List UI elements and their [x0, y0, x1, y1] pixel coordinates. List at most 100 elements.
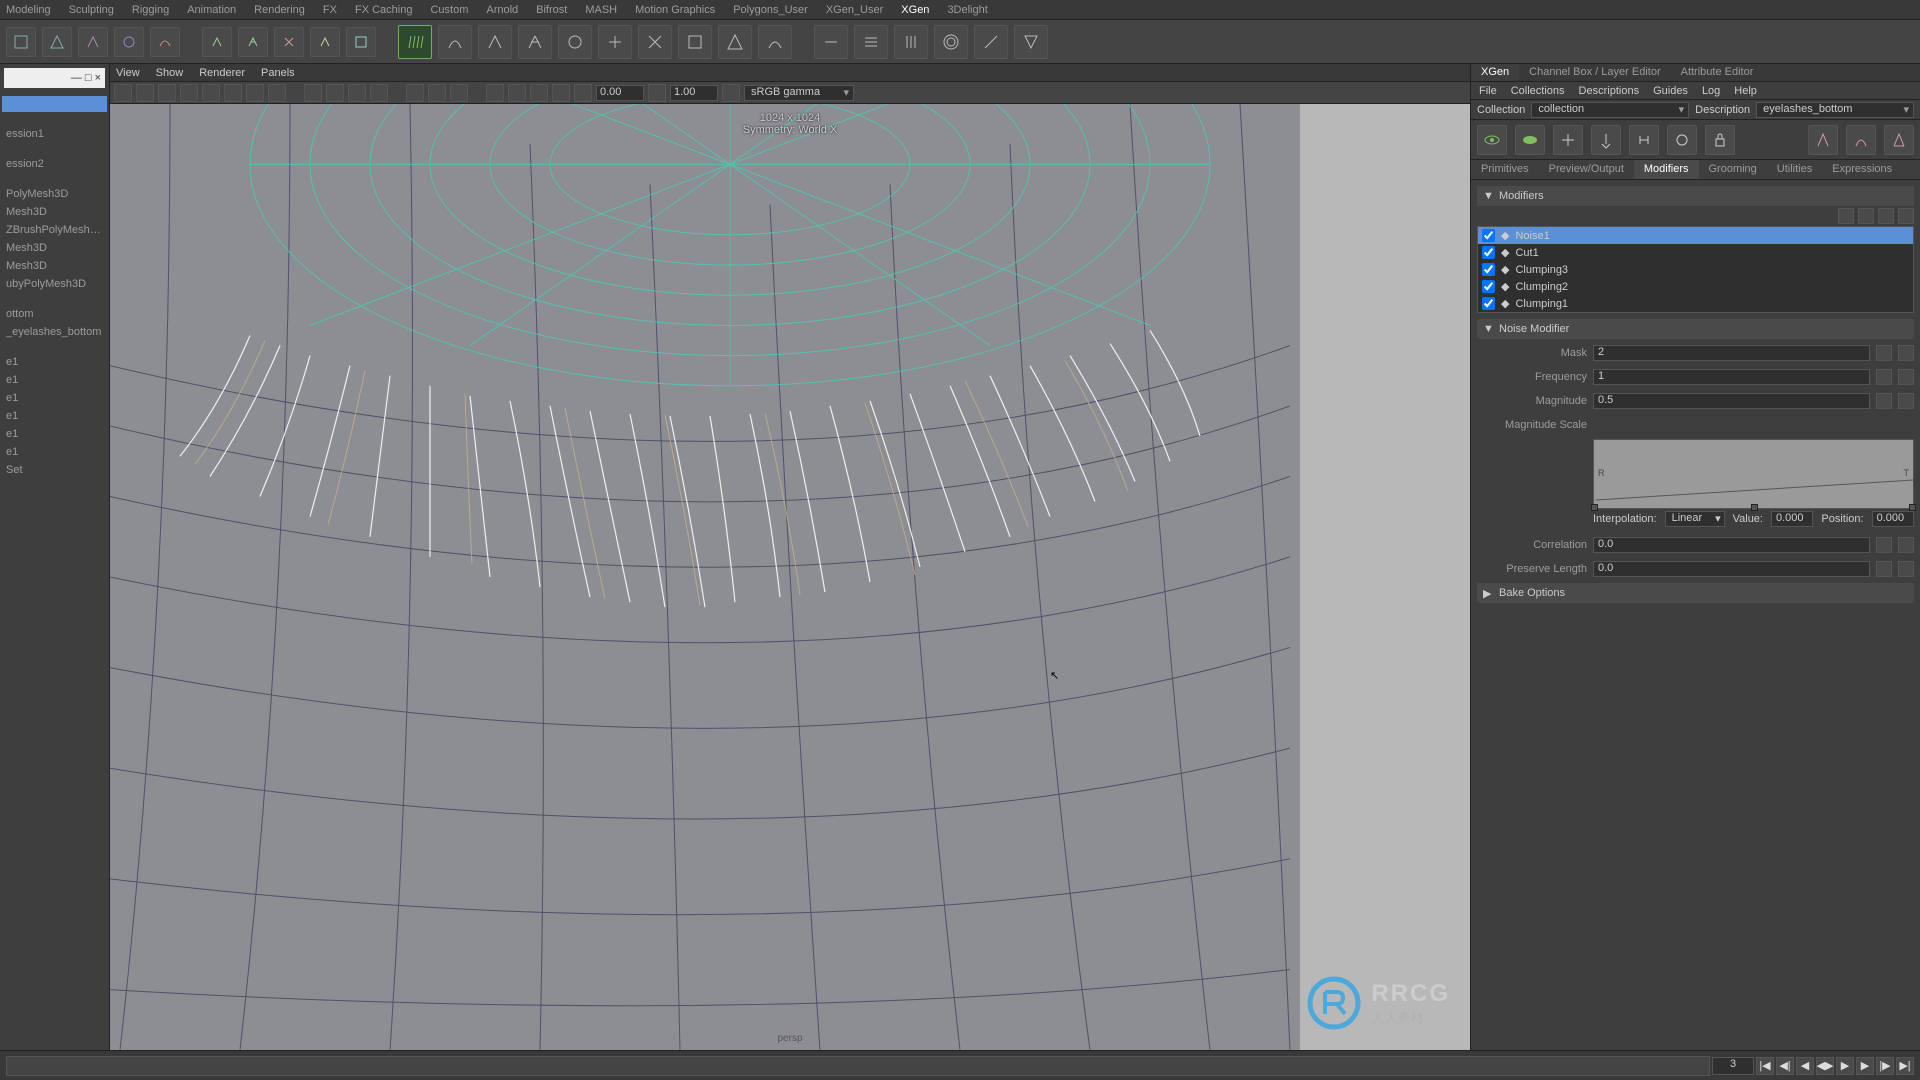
modifier-movedown-button[interactable]	[1858, 208, 1874, 224]
shelf-button[interactable]	[202, 27, 232, 57]
expression-button[interactable]	[1876, 369, 1892, 385]
xgen-tab-utilities[interactable]: Utilities	[1767, 160, 1822, 179]
step-back-button[interactable]: ◀	[1796, 1057, 1814, 1075]
ramp-handle[interactable]	[1591, 504, 1598, 511]
expression-button[interactable]	[1876, 561, 1892, 577]
tab-xgen[interactable]: XGen	[1471, 64, 1519, 81]
modifier-row[interactable]: ◆ Clumping1	[1478, 295, 1913, 312]
workspace-item[interactable]: Polygons_User	[733, 4, 808, 16]
viewport-tool-button[interactable]	[648, 84, 666, 102]
mask-field[interactable]: 2	[1593, 345, 1870, 361]
modifier-enable-checkbox[interactable]	[1482, 246, 1495, 259]
outliner-item[interactable]: PolyMesh3D	[2, 186, 107, 202]
viewport-tool-button[interactable]	[722, 84, 740, 102]
viewport-menu-item[interactable]: View	[116, 67, 140, 79]
slider-button[interactable]	[1898, 345, 1914, 361]
outliner-item[interactable]: ession2	[2, 156, 107, 172]
bake-section-header[interactable]: ▶ Bake Options	[1477, 583, 1914, 603]
outliner-item[interactable]: _eyelashes_bottom	[2, 324, 107, 340]
shelf-button[interactable]	[974, 25, 1008, 59]
workspace-item[interactable]: 3Delight	[947, 4, 987, 16]
magnitude-field[interactable]: 0.5	[1593, 393, 1870, 409]
workspace-item[interactable]: XGen_User	[826, 4, 883, 16]
xgen-eye-all-icon[interactable]	[1515, 125, 1545, 155]
shelf-button[interactable]	[678, 25, 712, 59]
shelf-button[interactable]	[78, 27, 108, 57]
xgen-menu-item[interactable]: File	[1479, 85, 1497, 97]
xgen-curves-icon[interactable]	[1846, 125, 1876, 155]
shelf-button[interactable]	[854, 25, 888, 59]
outliner-item[interactable]: e1	[2, 444, 107, 460]
workspace-item[interactable]: Animation	[187, 4, 236, 16]
modifier-enable-checkbox[interactable]	[1482, 263, 1495, 276]
viewport-menu-item[interactable]: Renderer	[199, 67, 245, 79]
go-to-end-button[interactable]: ▶|	[1896, 1057, 1914, 1075]
xgen-export-icon[interactable]	[1884, 125, 1914, 155]
viewport-tool-button[interactable]	[202, 84, 220, 102]
xgen-tool-icon[interactable]	[1667, 125, 1697, 155]
xgen-tab-grooming[interactable]: Grooming	[1699, 160, 1767, 179]
shelf-button[interactable]	[42, 27, 72, 57]
gamma-field[interactable]: 1.00	[670, 85, 718, 101]
outliner-item[interactable]: e1	[2, 390, 107, 406]
play-back-button[interactable]: ◀▶	[1816, 1057, 1834, 1075]
xgen-add-guide-icon[interactable]	[1553, 125, 1583, 155]
xgen-menu-item[interactable]: Descriptions	[1579, 85, 1640, 97]
viewport-3d[interactable]: 1024 x 1024 Symmetry: World X persp ↖ RR…	[110, 104, 1470, 1050]
viewport-tool-button[interactable]	[450, 84, 468, 102]
shelf-button[interactable]	[114, 27, 144, 57]
ramp-handle[interactable]	[1909, 504, 1916, 511]
time-slider[interactable]	[6, 1056, 1710, 1076]
slider-button[interactable]	[1898, 393, 1914, 409]
viewport-tool-button[interactable]	[114, 84, 132, 102]
shelf-button[interactable]	[150, 27, 180, 57]
workspace-item[interactable]: FX Caching	[355, 4, 412, 16]
viewport-tool-button[interactable]	[326, 84, 344, 102]
shelf-button[interactable]	[274, 27, 304, 57]
outliner-item[interactable]: ZBrushPolyMesh3D	[2, 222, 107, 238]
outliner-item[interactable]: Mesh3D	[2, 240, 107, 256]
modifier-enable-checkbox[interactable]	[1482, 229, 1495, 242]
shelf-button[interactable]	[346, 27, 376, 57]
shelf-button[interactable]	[934, 25, 968, 59]
shelf-button[interactable]	[814, 25, 848, 59]
shelf-button[interactable]	[758, 25, 792, 59]
shelf-button[interactable]	[1014, 25, 1048, 59]
viewport-tool-button[interactable]	[486, 84, 504, 102]
modifier-row[interactable]: ◆ Clumping3	[1478, 261, 1913, 278]
slider-button[interactable]	[1898, 537, 1914, 553]
xgen-convert-icon[interactable]	[1808, 125, 1838, 155]
shelf-button[interactable]	[438, 25, 472, 59]
outliner-item[interactable]: Mesh3D	[2, 258, 107, 274]
viewport-tool-button[interactable]	[268, 84, 286, 102]
shelf-button[interactable]	[478, 25, 512, 59]
workspace-item[interactable]: Modeling	[6, 4, 51, 16]
workspace-item-active[interactable]: XGen	[901, 4, 929, 16]
xgen-menu-item[interactable]: Guides	[1653, 85, 1688, 97]
workspace-item[interactable]: Motion Graphics	[635, 4, 715, 16]
modifier-enable-checkbox[interactable]	[1482, 297, 1495, 310]
xgen-flip-icon[interactable]	[1629, 125, 1659, 155]
shelf-button[interactable]	[518, 25, 552, 59]
frequency-field[interactable]: 1	[1593, 369, 1870, 385]
shelf-button-active[interactable]	[398, 25, 432, 59]
tab-channelbox[interactable]: Channel Box / Layer Editor	[1519, 64, 1670, 81]
shelf-button[interactable]	[238, 27, 268, 57]
outliner-item[interactable]: e1	[2, 426, 107, 442]
workspace-item[interactable]: Rigging	[132, 4, 169, 16]
slider-button[interactable]	[1898, 561, 1914, 577]
shelf-button[interactable]	[6, 27, 36, 57]
outliner-item[interactable]: e1	[2, 408, 107, 424]
workspace-item[interactable]: Bifrost	[536, 4, 567, 16]
viewport-menu-item[interactable]: Show	[156, 67, 184, 79]
viewport-tool-button[interactable]	[246, 84, 264, 102]
workspace-item[interactable]: Rendering	[254, 4, 305, 16]
xgen-tab-primitives[interactable]: Primitives	[1471, 160, 1539, 179]
slider-button[interactable]	[1898, 369, 1914, 385]
outliner-item[interactable]: e1	[2, 354, 107, 370]
outliner-item[interactable]: e1	[2, 372, 107, 388]
expression-button[interactable]	[1876, 393, 1892, 409]
modifier-add-button[interactable]	[1878, 208, 1894, 224]
xgen-tab-expressions[interactable]: Expressions	[1822, 160, 1902, 179]
interp-dropdown[interactable]: Linear	[1665, 511, 1725, 527]
